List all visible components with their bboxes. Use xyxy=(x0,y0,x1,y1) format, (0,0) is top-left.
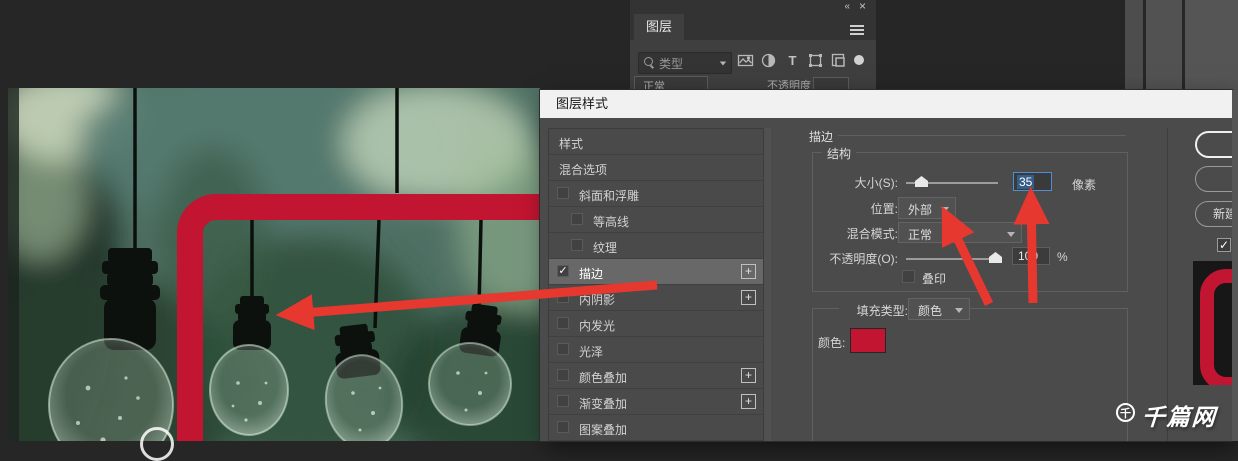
blend-mode-dropdown[interactable]: 正常 xyxy=(898,222,1022,243)
layer-filter-dropdown[interactable]: 类型 xyxy=(638,52,732,74)
filter-shape-layers-icon[interactable] xyxy=(807,52,824,69)
dock-stripe xyxy=(1125,0,1143,90)
add-gradient-overlay-icon[interactable]: + xyxy=(741,394,756,409)
size-input[interactable]: 35 xyxy=(1013,172,1052,191)
style-preview-thumbnail xyxy=(1193,261,1232,385)
overprint-checkbox[interactable] xyxy=(902,270,915,283)
stroke-group-title: 描边 xyxy=(804,128,839,145)
filter-pixel-layers-icon[interactable] xyxy=(737,52,754,69)
styles-header-label: 样式 xyxy=(559,137,584,151)
dialog-vertical-separator xyxy=(1167,128,1168,441)
fill-type-dropdown[interactable]: 颜色 xyxy=(908,298,970,320)
dock-stripe xyxy=(1146,0,1182,90)
layer-style-dialog: 图层样式 样式 混合选项 斜面和浮雕 等高线 纹理 ✓ 描边 + 内阴影 + 内… xyxy=(540,90,1232,441)
checkbox[interactable] xyxy=(571,213,583,225)
size-value: 35 xyxy=(1017,175,1035,189)
preview-checkbox[interactable]: ✓ xyxy=(1217,238,1231,252)
blend-mode-value: 正常 xyxy=(908,228,933,242)
style-item-contour[interactable]: 等高线 xyxy=(549,207,763,233)
photoshop-workspace: { "icons": { "check": "✓", "plus": "+", … xyxy=(0,0,1238,461)
chevron-down-icon xyxy=(1007,232,1015,237)
filter-type-label: 类型 xyxy=(659,57,684,71)
style-item-inner-shadow[interactable]: 内阴影 + xyxy=(549,285,763,311)
filter-toggle-icon[interactable] xyxy=(854,55,864,65)
filter-adjustment-layers-icon[interactable] xyxy=(760,52,777,69)
layer-blend-mode-dropdown[interactable]: 正常 xyxy=(634,76,708,90)
checkbox[interactable] xyxy=(557,369,569,381)
close-panel-icon[interactable]: × xyxy=(859,0,866,13)
chevron-down-icon xyxy=(719,61,727,66)
style-item-color-overlay[interactable]: 颜色叠加 + xyxy=(549,363,763,389)
stroke-color-swatch[interactable] xyxy=(850,328,886,353)
photo-left-edge xyxy=(8,88,19,441)
fill-type-label: 填充类型: xyxy=(839,302,913,319)
panel-tabstrip: 图层 xyxy=(630,14,876,40)
size-unit-label: 像素 xyxy=(1072,178,1097,192)
style-item-bevel-emboss[interactable]: 斜面和浮雕 xyxy=(549,181,763,207)
checkbox[interactable] xyxy=(571,239,583,251)
filter-text-layers-icon[interactable]: T xyxy=(784,52,801,69)
watermark-text: 千篇网 xyxy=(1140,404,1218,430)
styles-list-scrollbar[interactable] xyxy=(764,128,771,441)
search-icon xyxy=(644,57,653,66)
color-label: 颜色: xyxy=(818,336,846,350)
stroke-group-rule xyxy=(836,135,1126,136)
panel-topbar: « × xyxy=(630,0,876,14)
checkbox[interactable] xyxy=(557,343,569,355)
style-item-texture[interactable]: 纹理 xyxy=(549,233,763,259)
style-item-satin[interactable]: 光泽 xyxy=(549,337,763,363)
style-item-inner-glow[interactable]: 内发光 xyxy=(549,311,763,337)
collapse-panel-icon[interactable]: « xyxy=(844,1,850,13)
layer-opacity-label: 不透明度 xyxy=(767,80,811,90)
styles-list: 样式 混合选项 斜面和浮雕 等高线 纹理 ✓ 描边 + 内阴影 + 内发光 光泽… xyxy=(548,128,764,441)
style-item-pattern-overlay[interactable]: 图案叠加 xyxy=(549,415,763,441)
checkbox[interactable] xyxy=(557,187,569,199)
window-right-edge xyxy=(1232,90,1238,441)
add-stroke-icon[interactable]: + xyxy=(741,264,756,279)
layer-blend-mode-value: 正常 xyxy=(643,81,665,90)
cancel-button[interactable] xyxy=(1195,166,1232,192)
partial-watermark-arc xyxy=(140,427,174,461)
dialog-title[interactable]: 图层样式 xyxy=(540,90,1232,118)
layers-panel: « × 图层 类型 T 正常 不透明度 xyxy=(630,0,876,90)
dock-stripe xyxy=(1185,0,1238,90)
blend-mode-label: 混合模式: xyxy=(846,227,898,241)
style-item-blending-options[interactable]: 混合选项 xyxy=(549,155,763,181)
opacity-unit-label: % xyxy=(1057,250,1068,264)
filter-smart-object-icon[interactable] xyxy=(830,52,847,69)
opacity-input[interactable]: 100 xyxy=(1012,247,1050,265)
checkbox[interactable] xyxy=(557,395,569,407)
chevron-down-icon xyxy=(941,207,949,212)
checkbox[interactable] xyxy=(557,317,569,329)
preview-stroke-ring xyxy=(1200,269,1232,385)
style-item-stroke[interactable]: ✓ 描边 + xyxy=(549,259,763,285)
chevron-down-icon xyxy=(955,308,963,313)
position-value: 外部 xyxy=(908,203,933,217)
structure-group-title: 结构 xyxy=(822,145,857,162)
ok-button[interactable] xyxy=(1195,131,1232,158)
fill-type-value: 颜色 xyxy=(918,304,943,318)
style-item-gradient-overlay[interactable]: 渐变叠加 + xyxy=(549,389,763,415)
layers-panel-partial-row: 正常 不透明度 xyxy=(630,76,876,90)
tab-layers[interactable]: 图层 xyxy=(634,14,684,40)
opacity-label: 不透明度(O): xyxy=(829,252,898,266)
add-color-overlay-icon[interactable]: + xyxy=(741,368,756,383)
add-inner-shadow-icon[interactable]: + xyxy=(741,290,756,305)
photo-canvas[interactable] xyxy=(8,88,540,441)
watermark-logo-icon: 千 xyxy=(1116,403,1135,422)
new-style-button[interactable]: 新建样 xyxy=(1195,201,1232,227)
position-dropdown[interactable]: 外部 xyxy=(898,197,956,219)
checkbox-checked[interactable]: ✓ xyxy=(557,265,569,277)
layer-opacity-field[interactable] xyxy=(813,77,849,90)
checkbox[interactable] xyxy=(557,291,569,303)
styles-list-header: 样式 xyxy=(549,129,763,155)
checkbox[interactable] xyxy=(557,421,569,433)
position-label: 位置: xyxy=(870,202,898,216)
overprint-label: 叠印 xyxy=(922,272,947,286)
opacity-slider[interactable] xyxy=(906,258,998,260)
size-label: 大小(S): xyxy=(854,176,898,190)
panel-dock-edge xyxy=(1100,0,1238,90)
panel-menu-icon[interactable] xyxy=(850,25,864,27)
